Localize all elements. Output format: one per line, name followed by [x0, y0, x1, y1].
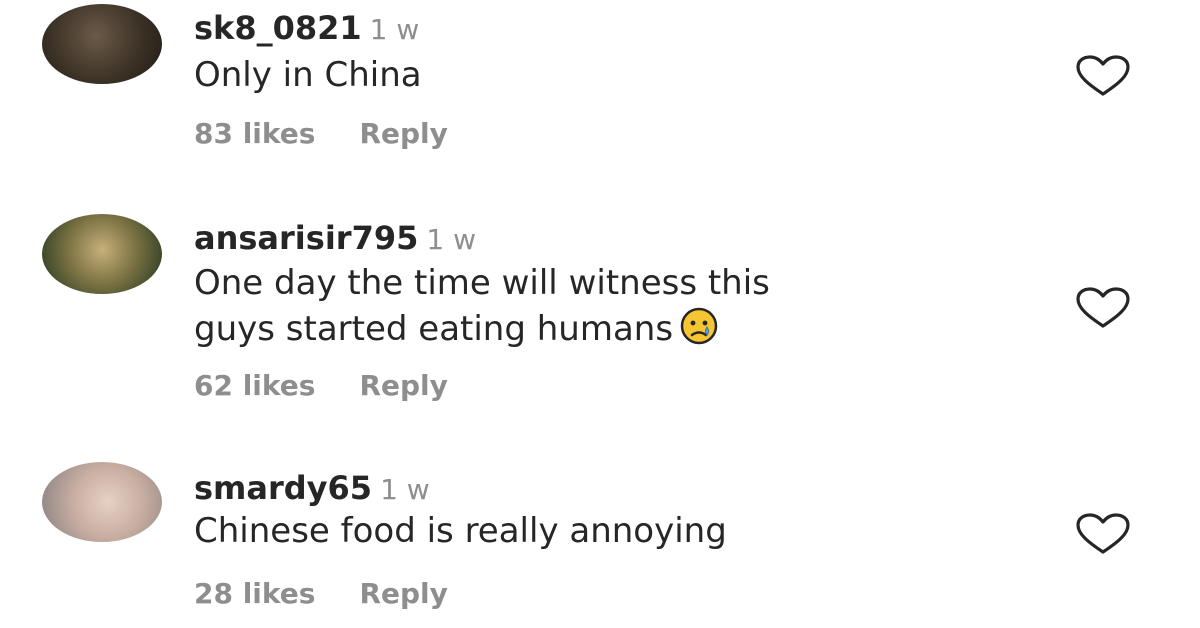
heart-outline-icon[interactable] — [1074, 54, 1132, 98]
username-link[interactable]: ansarisir795 — [194, 219, 418, 257]
likes-count[interactable]: 62 likes — [194, 369, 315, 402]
avatar[interactable] — [42, 462, 162, 542]
comment-text: One day the time will witness this guys … — [194, 260, 770, 352]
avatar[interactable] — [42, 214, 162, 294]
comment-text-line-with-emoji: guys started eating humans — [194, 306, 770, 352]
comment-text: Chinese food is really annoying — [194, 508, 727, 554]
reply-button[interactable]: Reply — [359, 577, 447, 610]
comment-text-line: guys started eating humans — [194, 309, 674, 349]
comments-list: sk8_0821 1 w Only in China 83 likes Reply … — [0, 0, 1200, 628]
reply-button[interactable]: Reply — [359, 369, 447, 402]
crying-face-emoji — [680, 307, 718, 345]
timestamp: 1 w — [426, 223, 476, 256]
comment-header: ansarisir795 1 w — [194, 222, 476, 254]
comment-header: smardy65 1 w — [194, 472, 430, 504]
comment-text-line: Chinese food is really annoying — [194, 511, 727, 551]
comment-text-line: One day the time will witness this — [194, 263, 770, 303]
username-link[interactable]: sk8_0821 — [194, 9, 362, 47]
comment-meta: 62 likes Reply — [194, 372, 448, 400]
comment-meta: 83 likes Reply — [194, 120, 448, 148]
comment-meta: 28 likes Reply — [194, 580, 448, 608]
timestamp: 1 w — [380, 473, 430, 506]
comment-text: Only in China — [194, 52, 422, 98]
reply-button[interactable]: Reply — [359, 117, 447, 150]
heart-outline-icon[interactable] — [1074, 286, 1132, 330]
likes-count[interactable]: 28 likes — [194, 577, 315, 610]
avatar[interactable] — [42, 4, 162, 84]
heart-outline-icon[interactable] — [1074, 512, 1132, 556]
comment-header: sk8_0821 1 w — [194, 12, 419, 44]
comment-text-line: Only in China — [194, 55, 422, 95]
likes-count[interactable]: 83 likes — [194, 117, 315, 150]
timestamp: 1 w — [369, 13, 420, 46]
username-link[interactable]: smardy65 — [194, 469, 372, 507]
